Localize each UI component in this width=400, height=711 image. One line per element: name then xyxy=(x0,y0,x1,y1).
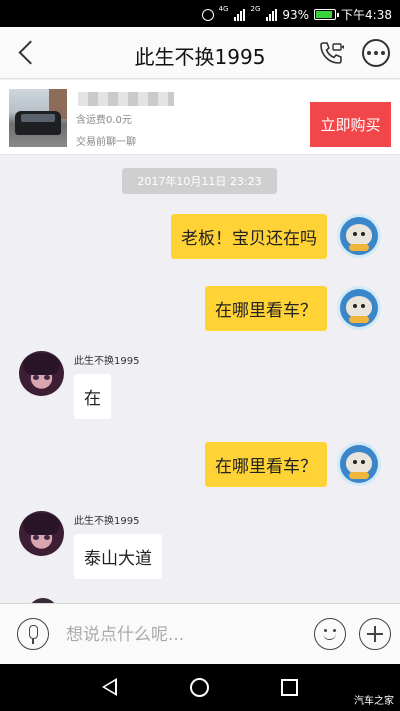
contact-message-bubble[interactable]: 在 xyxy=(74,374,111,419)
product-card[interactable]: 含运费0.0元 交易前聊一聊 立即购买 xyxy=(0,80,400,155)
my-avatar[interactable] xyxy=(337,286,381,330)
network-type-label-2: 2G xyxy=(250,5,261,13)
alarm-icon xyxy=(201,8,214,21)
nav-recent-apps-icon[interactable] xyxy=(281,679,298,696)
clock: 下午4:38 xyxy=(341,8,392,22)
chat-before-trade: 交易前聊一聊 xyxy=(76,137,136,148)
battery-percent: 93% xyxy=(282,7,310,22)
buy-now-button[interactable]: 立即购买 xyxy=(310,102,391,147)
system-nav-bar xyxy=(0,664,400,711)
message-input-bar xyxy=(0,603,400,664)
contact-avatar[interactable] xyxy=(19,351,64,396)
chat-area[interactable]: 2017年10月11日 23:23 老板！宝贝还在吗 在哪里看车？ 此生不换19… xyxy=(0,156,400,603)
my-avatar[interactable] xyxy=(337,442,381,486)
nav-back-icon[interactable] xyxy=(102,678,117,696)
emoji-icon[interactable] xyxy=(314,618,346,650)
sender-name: 此生不换1995 xyxy=(74,516,140,527)
my-message-bubble[interactable]: 在哪里看车？ xyxy=(205,442,327,487)
my-avatar[interactable] xyxy=(337,214,381,258)
battery-icon xyxy=(314,9,340,20)
microphone-icon[interactable] xyxy=(17,618,49,650)
sender-name: 此生不换1995 xyxy=(74,356,140,367)
network-type-label: 4G xyxy=(218,5,229,13)
contact-avatar[interactable] xyxy=(19,511,64,556)
status-bar: 4G 2G 93% 下午4:38 xyxy=(0,0,400,27)
my-message-bubble[interactable]: 在哪里看车？ xyxy=(205,286,327,331)
message-input[interactable] xyxy=(66,620,296,650)
message-timestamp: 2017年10月11日 23:23 xyxy=(122,168,277,194)
product-title-blurred xyxy=(78,92,174,106)
more-options-icon[interactable] xyxy=(362,39,390,67)
signal-icon-2 xyxy=(266,8,278,21)
add-attachment-icon[interactable] xyxy=(359,618,391,650)
contact-message-bubble[interactable]: 泰山大道 xyxy=(74,534,162,579)
status-icons: 4G 2G 93% 下午4:38 xyxy=(201,5,392,23)
product-thumbnail[interactable] xyxy=(9,89,67,147)
watermark: 汽车之家 xyxy=(354,696,394,707)
my-message-bubble[interactable]: 老板！宝贝还在吗 xyxy=(171,214,327,259)
phone-call-icon[interactable] xyxy=(318,40,344,66)
chat-header: 此生不换1995 xyxy=(0,27,400,79)
shipping-info: 含运费0.0元 xyxy=(76,115,132,126)
signal-icon xyxy=(234,8,246,21)
nav-home-icon[interactable] xyxy=(190,678,209,697)
